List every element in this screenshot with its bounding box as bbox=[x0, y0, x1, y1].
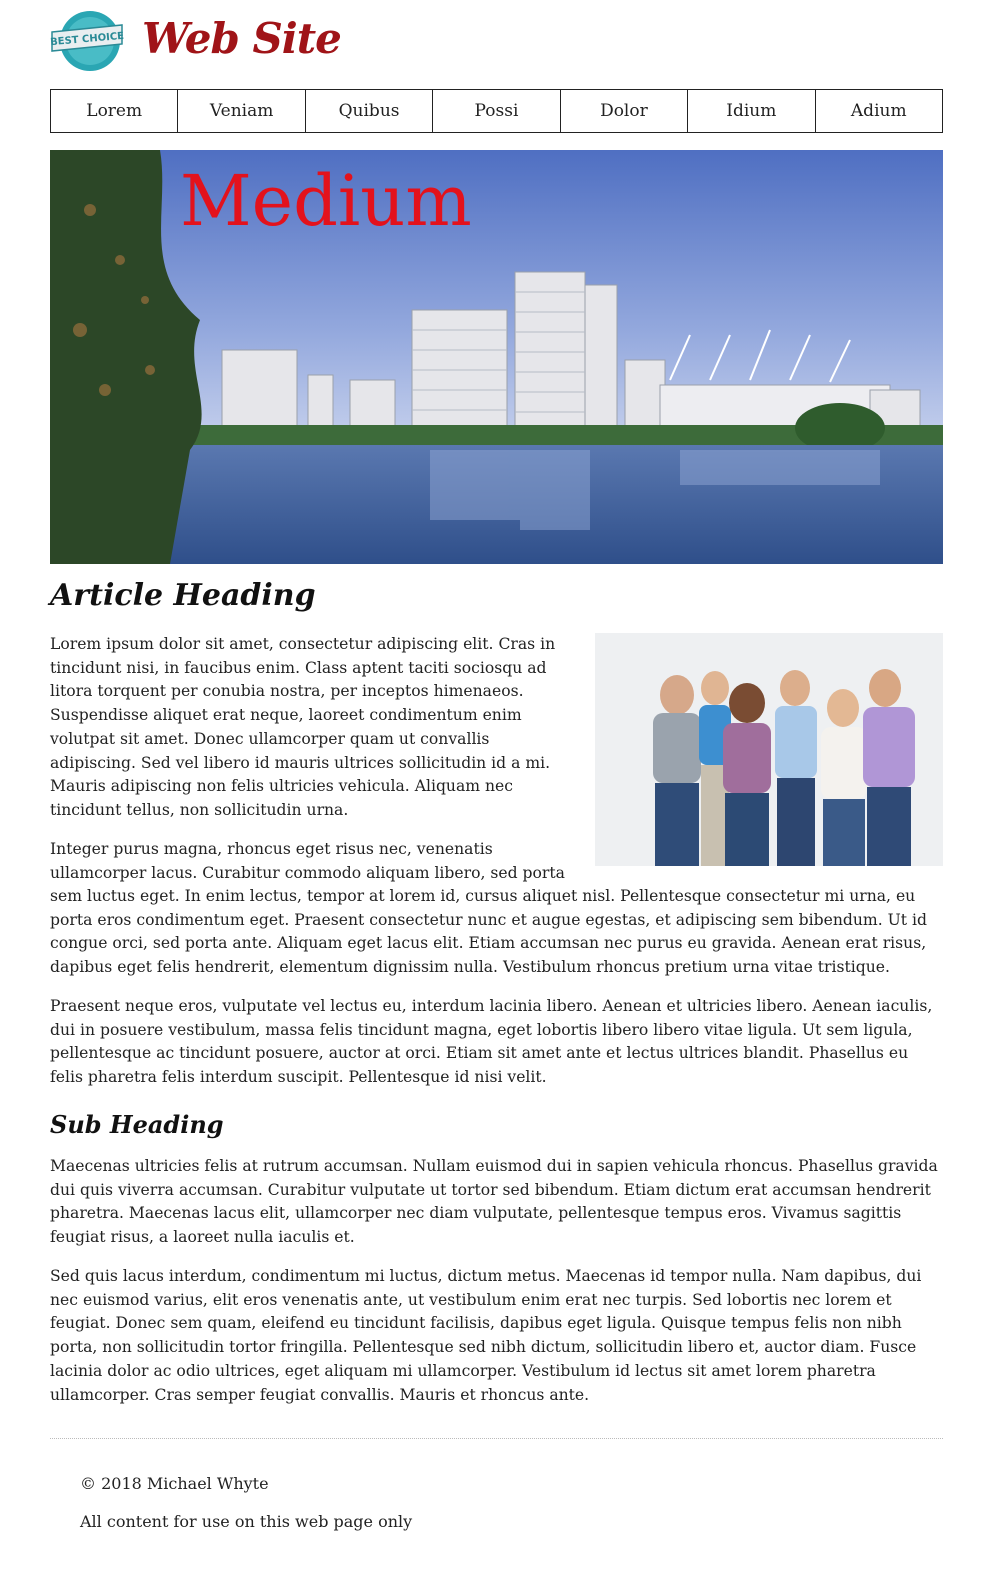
best-choice-badge-icon[interactable]: BEST CHOICE bbox=[50, 10, 125, 72]
article-paragraph-1: Lorem ipsum dolor sit amet, consectetur … bbox=[50, 635, 556, 819]
article-paragraph-5: Sed quis lacus interdum, condimentum mi … bbox=[50, 1267, 922, 1404]
footer-divider bbox=[50, 1438, 943, 1439]
article-paragraph-2-rest: sem luctus eget. In enim lectus, tempor … bbox=[50, 887, 927, 977]
main-nav: Lorem Veniam Quibus Possi Dolor Idium Ad… bbox=[50, 89, 943, 133]
sub-heading: Sub Heading bbox=[50, 1110, 224, 1139]
nav-item-veniam[interactable]: Veniam bbox=[178, 90, 306, 132]
footer-copyright: © 2018 Michael Whyte bbox=[80, 1474, 269, 1493]
article-paragraph-2-start: Integer purus magna, rhoncus eget risus … bbox=[50, 840, 565, 882]
hero-title: Medium bbox=[180, 160, 472, 242]
nav-item-adium[interactable]: Adium bbox=[816, 90, 942, 132]
site-title[interactable]: Web Site bbox=[142, 14, 342, 63]
article-heading: Article Heading bbox=[50, 578, 316, 613]
nav-item-possi[interactable]: Possi bbox=[433, 90, 561, 132]
nav-item-idium[interactable]: Idium bbox=[688, 90, 816, 132]
nav-item-quibus[interactable]: Quibus bbox=[306, 90, 434, 132]
article-paragraph-3: Praesent neque eros, vulputate vel lectu… bbox=[50, 997, 933, 1087]
footer-note: All content for use on this web page onl… bbox=[80, 1512, 413, 1531]
nav-item-lorem[interactable]: Lorem bbox=[51, 90, 179, 132]
site-header: BEST CHOICE Web Site bbox=[50, 10, 943, 78]
hero-banner: Medium bbox=[50, 150, 943, 564]
nav-item-dolor[interactable]: Dolor bbox=[561, 90, 689, 132]
team-photo bbox=[595, 633, 943, 866]
article-paragraph-4: Maecenas ultricies felis at rutrum accum… bbox=[50, 1157, 938, 1247]
